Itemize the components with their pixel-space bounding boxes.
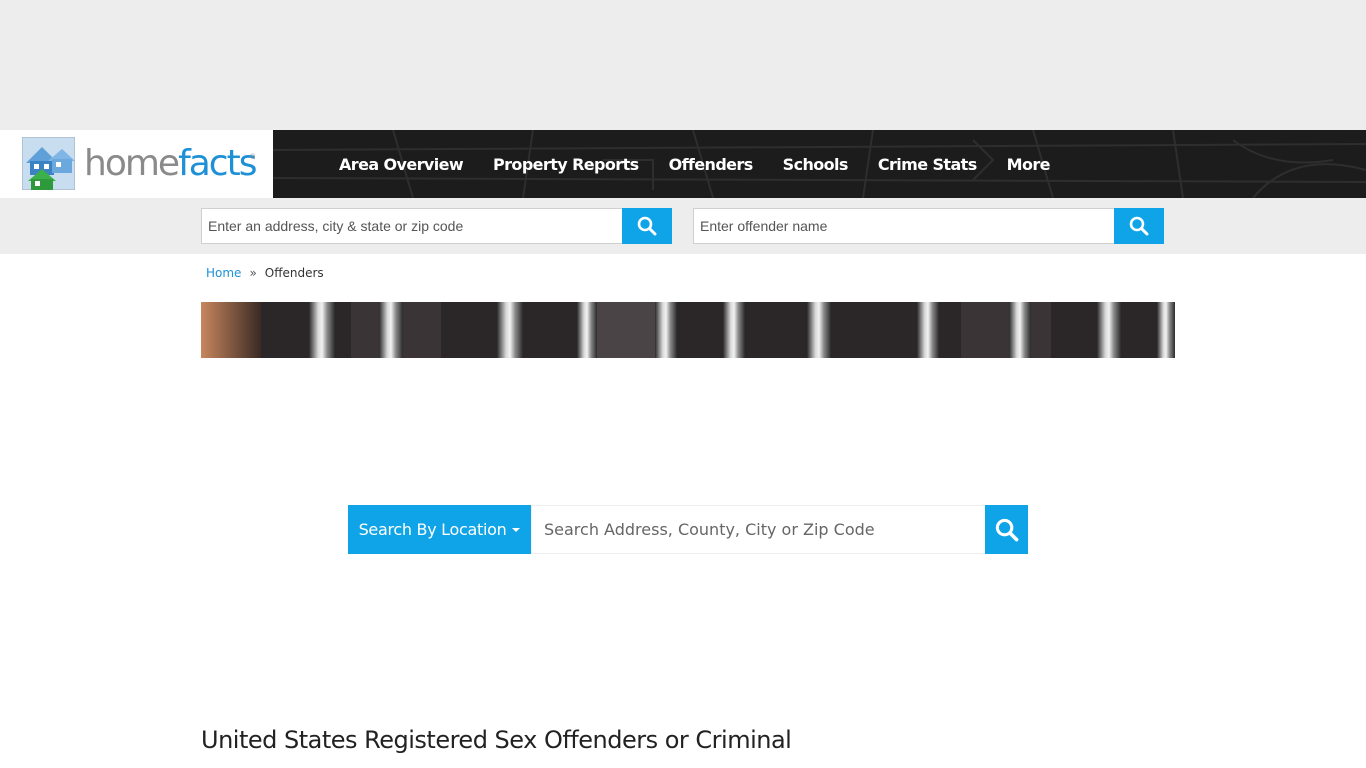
nav-area-overview[interactable]: Area Overview [324, 155, 478, 174]
nav-offenders[interactable]: Offenders [654, 155, 768, 174]
search-by-location-dropdown[interactable]: Search By Location [348, 505, 531, 554]
address-search [201, 208, 672, 244]
search-by-location-label: Search By Location [358, 520, 507, 539]
offender-search-button[interactable] [1114, 208, 1164, 244]
breadcrumb: Home » Offenders [206, 266, 324, 280]
location-search-button[interactable] [985, 505, 1028, 554]
address-search-button[interactable] [622, 208, 672, 244]
caret-down-icon [512, 527, 521, 532]
search-bar-area [0, 198, 1366, 254]
address-search-input[interactable] [201, 208, 622, 244]
breadcrumb-current: Offenders [264, 266, 324, 280]
nav-more[interactable]: More [992, 155, 1065, 174]
page-title: United States Registered Sex Offenders o… [201, 726, 792, 754]
ad-banner-area [0, 0, 1366, 130]
jail-bars-banner-image [201, 302, 1175, 358]
breadcrumb-separator: » [249, 266, 257, 280]
location-search-input[interactable] [531, 505, 985, 554]
homefacts-logo-icon [22, 137, 75, 190]
offender-search [693, 208, 1164, 244]
nav-crime-stats[interactable]: Crime Stats [863, 155, 992, 174]
nav-property-reports[interactable]: Property Reports [478, 155, 654, 174]
nav-schools[interactable]: Schools [768, 155, 863, 174]
search-icon [637, 216, 657, 236]
search-icon [995, 518, 1018, 541]
search-icon [1129, 216, 1149, 236]
offender-name-input[interactable] [693, 208, 1114, 244]
breadcrumb-home[interactable]: Home [206, 266, 241, 280]
site-header: homefacts ® Area Overview Property Repor… [0, 130, 1366, 198]
logo-wordmark: homefacts [84, 143, 257, 184]
logo-trademark: ® [250, 154, 256, 161]
location-search: Search By Location [348, 505, 1028, 554]
logo[interactable]: homefacts ® [0, 130, 273, 198]
main-nav: Area Overview Property Reports Offenders… [324, 130, 1065, 198]
